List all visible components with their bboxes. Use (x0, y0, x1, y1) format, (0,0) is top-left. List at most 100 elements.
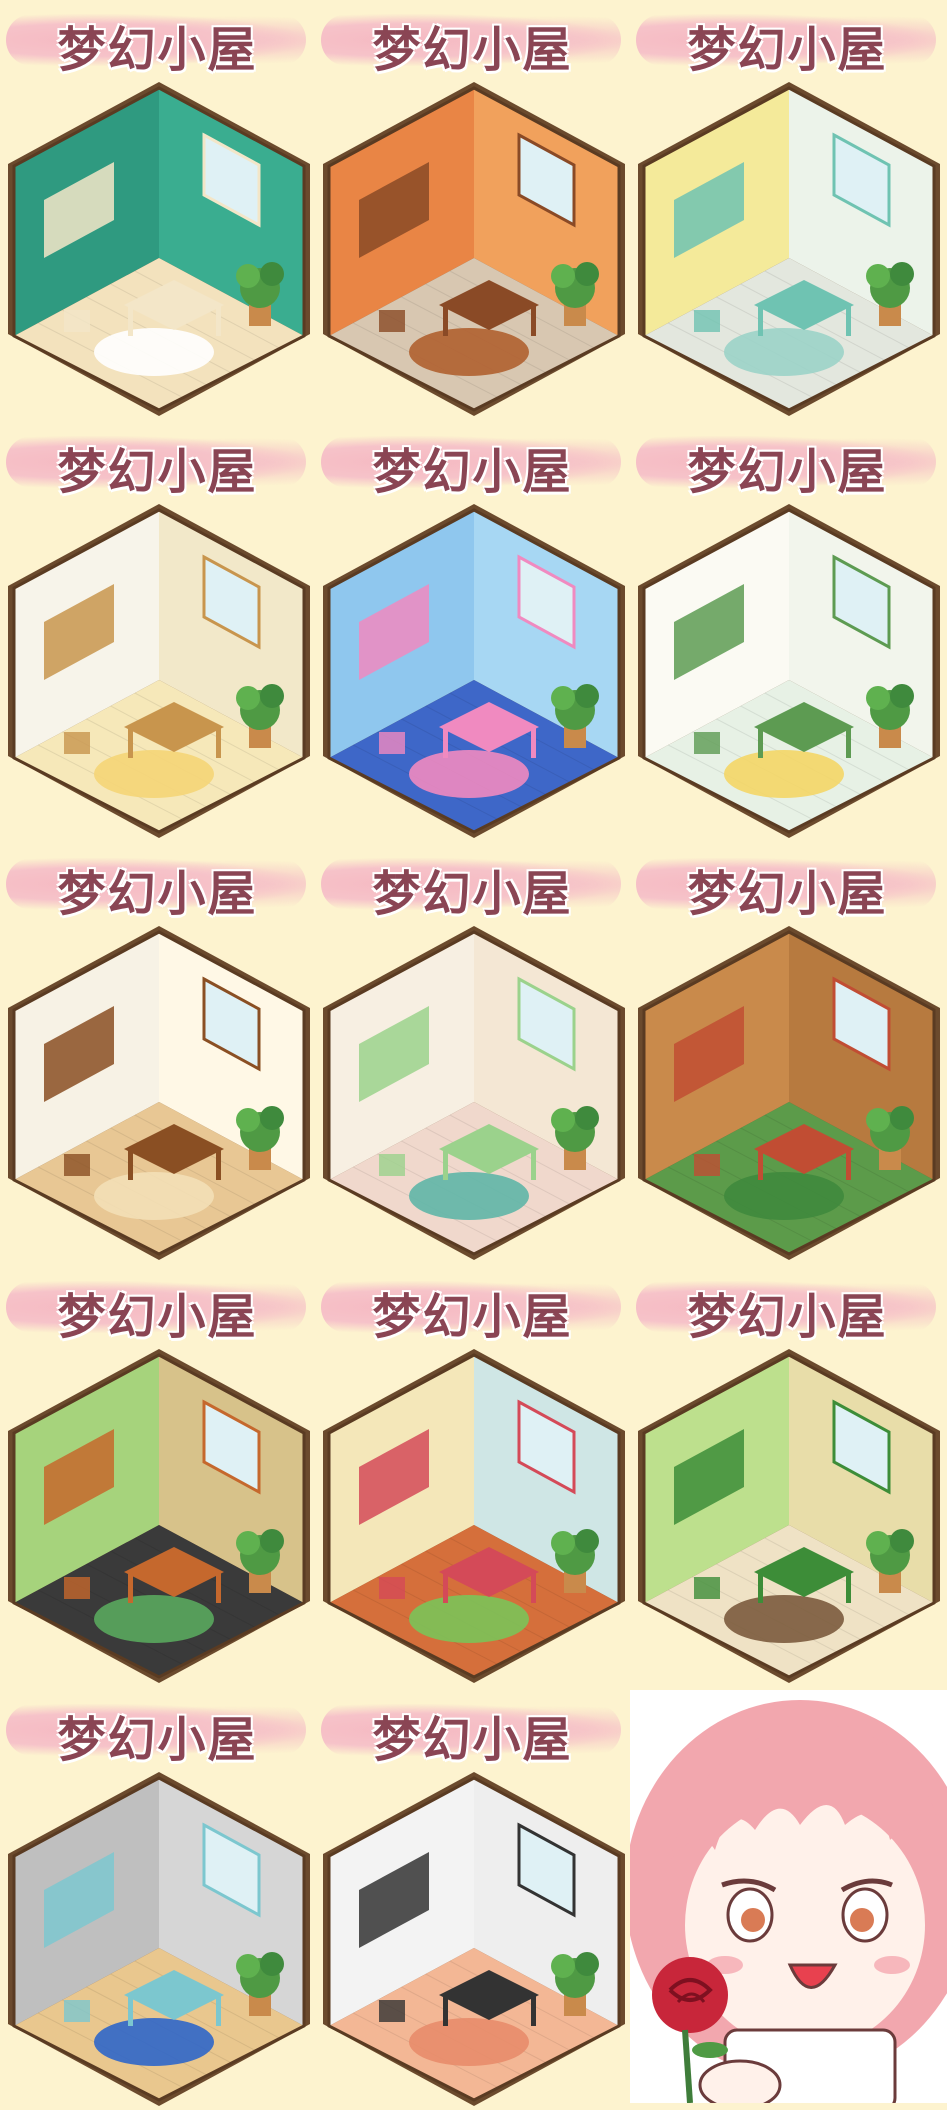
room-title-banner: 梦幻小屋 (0, 852, 315, 922)
chair (379, 732, 405, 754)
chair (694, 732, 720, 754)
room-title-banner: 梦幻小屋 (0, 1275, 315, 1345)
room-title: 梦幻小屋 (57, 444, 258, 500)
room-title: 梦幻小屋 (57, 1289, 258, 1345)
room-title-banner: 梦幻小屋 (315, 1698, 630, 1768)
rug (94, 328, 214, 376)
isometric-room-illustration (8, 82, 310, 416)
isometric-room-illustration (638, 1349, 940, 1683)
isometric-room-illustration (323, 504, 625, 838)
room-title-banner: 梦幻小屋 (630, 8, 945, 78)
room-title: 梦幻小屋 (372, 22, 573, 78)
isometric-room-illustration (8, 926, 310, 1260)
room-title-banner: 梦幻小屋 (315, 8, 630, 78)
chibi-girl-illustration (630, 1700, 947, 2103)
room-title: 梦幻小屋 (687, 444, 888, 500)
room-white-study (4, 502, 314, 842)
room-title-banner: 梦幻小屋 (315, 852, 630, 922)
rug (94, 1595, 214, 1643)
room-title-banner: 梦幻小屋 (630, 1275, 945, 1345)
isometric-room-illustration (8, 1349, 310, 1683)
chair (64, 1577, 90, 1599)
rug (409, 750, 529, 798)
isometric-room-illustration (638, 926, 940, 1260)
rug (409, 1172, 529, 1220)
room-bakery (4, 924, 314, 1264)
room-card: 梦幻小屋 (315, 0, 630, 420)
isometric-room-illustration (8, 504, 310, 838)
room-card: 梦幻小屋 (0, 0, 315, 420)
chair (694, 1577, 720, 1599)
room-title: 梦幻小屋 (372, 1712, 573, 1768)
room-card: 梦幻小屋 (630, 1267, 945, 1687)
isometric-room-illustration (323, 82, 625, 416)
room-title-banner: 梦幻小屋 (0, 8, 315, 78)
rug (94, 1172, 214, 1220)
room-tree-house (634, 924, 944, 1264)
room-card: 梦幻小屋 (630, 844, 945, 1264)
room-card: 梦幻小屋 (0, 422, 315, 842)
room-workshop (4, 1347, 314, 1687)
room-orange-kitchen (319, 80, 629, 420)
room-title: 梦幻小屋 (372, 1289, 573, 1345)
isometric-room-illustration (8, 1772, 310, 2106)
room-art-studio (319, 924, 629, 1264)
chair (694, 1154, 720, 1176)
room-blue-arcade (319, 502, 629, 842)
room-title-banner: 梦幻小屋 (315, 430, 630, 500)
room-aquarium (4, 1770, 314, 2110)
rug (724, 750, 844, 798)
hand (698, 2059, 782, 2103)
room-card: 梦幻小屋 (0, 844, 315, 1264)
room-title-banner: 梦幻小屋 (315, 1275, 630, 1345)
room-title: 梦幻小屋 (687, 22, 888, 78)
room-cafe-bar (319, 1347, 629, 1687)
rug (724, 328, 844, 376)
chibi-girl-portrait (630, 1690, 947, 2103)
room-title: 梦幻小屋 (57, 1712, 258, 1768)
room-title: 梦幻小屋 (372, 444, 573, 500)
room-title-banner: 梦幻小屋 (0, 1698, 315, 1768)
room-card: 梦幻小屋 (0, 1267, 315, 1687)
room-title: 梦幻小屋 (687, 1289, 888, 1345)
room-title-banner: 梦幻小屋 (630, 430, 945, 500)
room-card: 梦幻小屋 (315, 844, 630, 1264)
chair (64, 732, 90, 754)
rug (94, 2018, 214, 2066)
isometric-room-illustration (323, 926, 625, 1260)
room-title: 梦幻小屋 (372, 866, 573, 922)
chair (64, 310, 90, 332)
room-card: 梦幻小屋 (315, 422, 630, 842)
room-yellow-shop (634, 80, 944, 420)
room-green-dressing (4, 80, 314, 420)
room-title-banner: 梦幻小屋 (0, 430, 315, 500)
chair (379, 1154, 405, 1176)
chair (379, 310, 405, 332)
left-iris (741, 1908, 765, 1932)
room-card: 梦幻小屋 (0, 1690, 315, 2110)
rug (94, 750, 214, 798)
isometric-room-illustration (323, 1349, 625, 1683)
rug (409, 2018, 529, 2066)
isometric-room-illustration (638, 82, 940, 416)
room-title: 梦幻小屋 (687, 866, 888, 922)
rug (409, 328, 529, 376)
room-card: 梦幻小屋 (630, 422, 945, 842)
room-white-boutique (634, 502, 944, 842)
room-card: 梦幻小屋 (630, 0, 945, 420)
room-card: 梦幻小屋 (315, 1690, 630, 2110)
rug (724, 1172, 844, 1220)
chair (64, 2000, 90, 2022)
room-title: 梦幻小屋 (57, 866, 258, 922)
rug (409, 1595, 529, 1643)
room-title: 梦幻小屋 (57, 22, 258, 78)
room-music (319, 1770, 629, 2110)
room-greenhouse (634, 1347, 944, 1687)
chair (694, 310, 720, 332)
rug (724, 1595, 844, 1643)
right-blush (874, 1956, 910, 1974)
chair (379, 1577, 405, 1599)
chair (64, 1154, 90, 1176)
room-title-banner: 梦幻小屋 (630, 852, 945, 922)
isometric-room-illustration (638, 504, 940, 838)
